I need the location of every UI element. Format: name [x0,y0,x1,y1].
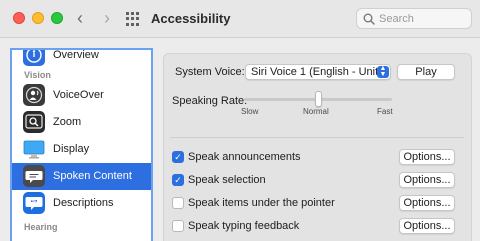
system-voice-value: Siri Voice 1 (English - United Kingdom) [251,66,378,78]
section-header-hearing: Hearing [24,222,58,232]
window-title: Accessibility [151,11,231,26]
speaking-rate-slider-thumb[interactable] [315,91,322,107]
forward-button[interactable]: › [97,8,117,28]
section-header-vision: Vision [24,70,51,80]
display-icon [23,138,45,160]
sidebar-item-descriptions[interactable]: “” Descriptions [12,190,151,217]
rate-tick-slow: Slow [241,107,259,116]
speak-items-under-pointer-checkbox[interactable] [172,197,184,209]
play-button[interactable]: Play [397,64,455,80]
rate-tick-normal: Normal [303,107,329,116]
speak-items-under-pointer-options-button[interactable]: Options... [399,195,455,211]
speak-items-under-pointer-label: Speak items under the pointer [188,197,335,209]
sidebar-item-label: Descriptions [53,197,114,209]
voiceover-icon [23,84,45,106]
title-bar: ‹ › Accessibility [0,0,480,38]
chevron-up-down-icon: ▲ ▼ [377,65,389,78]
speak-selection-checkbox[interactable]: ✓ [172,174,184,186]
show-all-button[interactable] [126,12,140,26]
speaking-rate-label: Speaking Rate: [172,95,248,107]
speak-selection-options-button[interactable]: Options... [399,172,455,188]
minimize-window-button[interactable] [32,12,44,24]
speak-selection-label: Speak selection [188,174,266,186]
speak-typing-feedback-checkbox[interactable] [172,220,184,232]
rate-tick-fast: Fast [377,107,393,116]
sidebar-item-zoom[interactable]: Zoom [12,109,151,136]
zoom-icon [23,111,45,133]
system-voice-popup[interactable]: Siri Voice 1 (English - United Kingdom) … [245,64,391,80]
speak-announcements-checkbox[interactable]: ✓ [172,151,184,163]
sidebar-item-overview[interactable]: Overview [12,49,151,69]
accessibility-icon [23,50,45,66]
sidebar-item-display[interactable]: Display [12,136,151,163]
checkmark-icon: ✓ [174,152,182,162]
chevron-left-icon: ‹ [77,8,83,28]
speak-announcements-label: Speak announcements [188,151,301,163]
close-window-button[interactable] [13,12,25,24]
zoom-window-button[interactable] [51,12,63,24]
sidebar-item-label: VoiceOver [53,89,104,101]
checkmark-icon: ✓ [174,175,182,185]
sidebar-item-spoken-content[interactable]: Spoken Content [12,163,151,190]
speak-announcements-options-button[interactable]: Options... [399,149,455,165]
system-voice-label: System Voice: [175,66,245,78]
chevron-right-icon: › [104,8,110,28]
back-button[interactable]: ‹ [70,8,90,28]
divider [170,137,464,138]
speech-bubble-icon [23,165,45,187]
search-icon [363,13,375,25]
sidebar-item-label: Overview [53,49,99,61]
sidebar-item-voiceover[interactable]: VoiceOver [12,82,151,109]
search-input[interactable] [379,11,467,26]
search-field[interactable] [356,8,472,29]
sidebar-item-label: Spoken Content [53,170,132,182]
sidebar-item-label: Display [53,143,90,155]
sidebar-item-label: Zoom [53,116,82,128]
speak-typing-feedback-label: Speak typing feedback [188,220,300,232]
descriptions-icon: “” [23,192,45,214]
sidebar[interactable]: Overview Vision VoiceOver Zoom Display S… [10,48,153,241]
speak-typing-feedback-options-button[interactable]: Options... [399,218,455,234]
svg-text:“”: “” [31,200,38,207]
content-pane [163,53,472,241]
